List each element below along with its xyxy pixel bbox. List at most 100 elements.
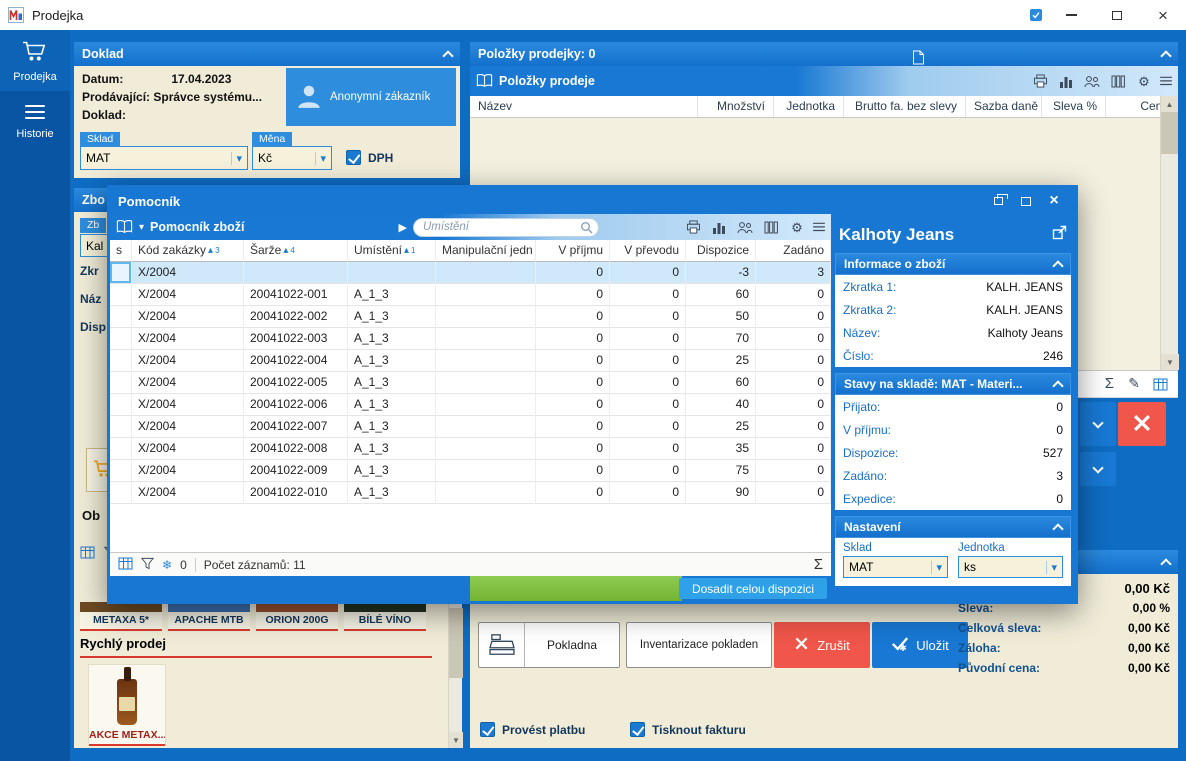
- column-header-5[interactable]: Sleva %: [1042, 96, 1106, 117]
- filter-icon[interactable]: [140, 557, 155, 573]
- cell[interactable]: [436, 350, 536, 372]
- cell[interactable]: 20041022-008: [244, 438, 348, 460]
- table-row[interactable]: X/2004 20041022-004 A_1_3 0 0 25 0: [110, 350, 831, 372]
- delete-button[interactable]: [1118, 402, 1166, 446]
- cell[interactable]: 0: [610, 306, 686, 328]
- cell[interactable]: 90: [686, 482, 756, 504]
- cell[interactable]: 25: [686, 416, 756, 438]
- columns-grid-icon[interactable]: [118, 557, 133, 573]
- cell[interactable]: -3: [686, 262, 756, 284]
- cell[interactable]: 0: [756, 372, 831, 394]
- close-button[interactable]: ×: [1041, 191, 1067, 211]
- play-icon[interactable]: ▶: [398, 221, 406, 234]
- cell[interactable]: 0: [610, 284, 686, 306]
- stock-section-header[interactable]: Stavy na skladě: MAT - Materi...: [835, 373, 1071, 395]
- cell[interactable]: X/2004: [132, 438, 244, 460]
- column-header-4[interactable]: Manipulační jedn: [436, 240, 536, 262]
- table-row[interactable]: X/2004 20041022-003 A_1_3 0 0 70 0: [110, 328, 831, 350]
- collapse-icon[interactable]: [1160, 558, 1172, 570]
- cell[interactable]: [436, 306, 536, 328]
- menu-icon[interactable]: [813, 221, 825, 234]
- cell[interactable]: A_1_3: [348, 350, 436, 372]
- scrollbar-thumb[interactable]: [449, 608, 463, 678]
- columns-icon[interactable]: [1108, 72, 1128, 90]
- table-row[interactable]: X/2004 20041022-008 A_1_3 0 0 35 0: [110, 438, 831, 460]
- printer-icon[interactable]: [683, 218, 703, 236]
- cell[interactable]: 0: [610, 372, 686, 394]
- columns-icon[interactable]: [761, 218, 781, 236]
- cell[interactable]: 0: [756, 328, 831, 350]
- cell[interactable]: 0: [610, 460, 686, 482]
- tisknout-fakturu-checkbox[interactable]: [630, 722, 645, 737]
- provest-platbu-checkbox[interactable]: [480, 722, 495, 737]
- cell[interactable]: 0: [610, 416, 686, 438]
- table-row[interactable]: X/2004 20041022-007 A_1_3 0 0 25 0: [110, 416, 831, 438]
- collapse-icon[interactable]: [1052, 380, 1064, 392]
- maximize-button[interactable]: [1094, 0, 1140, 30]
- cell[interactable]: [436, 372, 536, 394]
- dropdown-icon[interactable]: ▾: [315, 151, 326, 165]
- document-icon[interactable]: [912, 50, 925, 68]
- sidebar-item-historie[interactable]: Historie: [0, 91, 70, 148]
- cell[interactable]: X/2004: [132, 394, 244, 416]
- zrusit-button[interactable]: Zrušit: [774, 622, 870, 668]
- cell[interactable]: 0: [756, 482, 831, 504]
- dialog-titlebar[interactable]: Pomocník ×: [110, 188, 1075, 214]
- row-selector-cell[interactable]: [110, 416, 132, 438]
- row-selector-cell[interactable]: [110, 306, 132, 328]
- doklad-panel-header[interactable]: Doklad: [74, 42, 460, 66]
- product-button[interactable]: BÍLÉ VÍNO: [344, 602, 426, 631]
- column-header-0[interactable]: s: [110, 240, 132, 262]
- cell[interactable]: X/2004: [132, 284, 244, 306]
- partial-button[interactable]: [1080, 452, 1116, 486]
- cell[interactable]: X/2004: [132, 460, 244, 482]
- cell[interactable]: 20041022-010: [244, 482, 348, 504]
- ulozit-button[interactable]: ✱ Uložit: [872, 622, 968, 668]
- settings-icon[interactable]: ⚙: [787, 218, 807, 236]
- search-icon[interactable]: [580, 221, 593, 237]
- cell[interactable]: 0: [536, 350, 610, 372]
- product-button[interactable]: METAXA 5*: [80, 602, 162, 631]
- cell[interactable]: 20041022-009: [244, 460, 348, 482]
- scroll-up-button[interactable]: ▲: [1161, 96, 1178, 112]
- menu-icon[interactable]: [1160, 75, 1172, 88]
- columns-grid-icon[interactable]: [1153, 378, 1168, 394]
- sklad-combo[interactable]: MAT ▾: [843, 556, 948, 578]
- group-icon[interactable]: [1082, 72, 1102, 90]
- cell[interactable]: A_1_3: [348, 328, 436, 350]
- cell[interactable]: 0: [536, 460, 610, 482]
- column-header-2[interactable]: Jednotka: [774, 96, 844, 117]
- cell[interactable]: 0: [610, 262, 686, 284]
- column-header-7[interactable]: Dispozice: [686, 240, 756, 262]
- cell[interactable]: 20041022-002: [244, 306, 348, 328]
- column-header-3[interactable]: Umístění ▴ 1: [348, 240, 436, 262]
- table-row[interactable]: X/2004 20041022-002 A_1_3 0 0 50 0: [110, 306, 831, 328]
- cell[interactable]: X/2004: [132, 416, 244, 438]
- cell[interactable]: 40: [686, 394, 756, 416]
- table-row[interactable]: X/2004 20041022-005 A_1_3 0 0 60 0: [110, 372, 831, 394]
- inventarizace-button[interactable]: Inventarizace pokladen: [626, 622, 772, 668]
- row-selector-cell[interactable]: [110, 328, 132, 350]
- column-header-5[interactable]: V příjmu: [536, 240, 610, 262]
- group-icon[interactable]: [735, 218, 755, 236]
- cell[interactable]: [436, 416, 536, 438]
- product-button[interactable]: APACHE MTB: [168, 602, 250, 631]
- column-header-6[interactable]: V převodu: [610, 240, 686, 262]
- cell[interactable]: 0: [536, 482, 610, 504]
- cell[interactable]: 3: [756, 262, 831, 284]
- restore-button[interactable]: [985, 191, 1011, 211]
- column-header-1[interactable]: Množství: [698, 96, 774, 117]
- cell[interactable]: 50: [686, 306, 756, 328]
- cell[interactable]: 25: [686, 350, 756, 372]
- row-selector-cell[interactable]: [110, 262, 132, 284]
- cell[interactable]: X/2004: [132, 350, 244, 372]
- row-selector-cell[interactable]: [110, 438, 132, 460]
- cell[interactable]: 0: [536, 284, 610, 306]
- table-row[interactable]: X/2004 20041022-006 A_1_3 0 0 40 0: [110, 394, 831, 416]
- titlebar-badge-icon[interactable]: [1030, 9, 1042, 21]
- cell[interactable]: 0: [756, 460, 831, 482]
- cell[interactable]: A_1_3: [348, 394, 436, 416]
- row-selector-cell[interactable]: [110, 460, 132, 482]
- cell[interactable]: 20041022-005: [244, 372, 348, 394]
- cell[interactable]: 20041022-003: [244, 328, 348, 350]
